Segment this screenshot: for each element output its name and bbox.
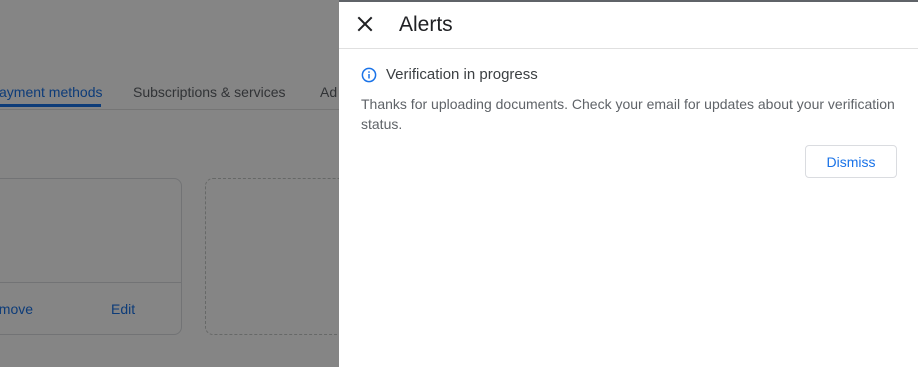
alert-message: Thanks for uploading documents. Check yo… (361, 96, 895, 132)
dismiss-button[interactable]: Dismiss (805, 145, 897, 178)
panel-title: Alerts (399, 13, 453, 36)
close-icon (357, 16, 373, 32)
close-button[interactable] (351, 10, 379, 38)
alert-header: Verification in progress (361, 65, 538, 85)
alerts-panel: Alerts Verification in progress Thanks f… (339, 0, 918, 367)
alert-title: Verification in progress (386, 66, 538, 83)
panel-header: Alerts (339, 2, 918, 49)
info-icon (361, 67, 377, 83)
